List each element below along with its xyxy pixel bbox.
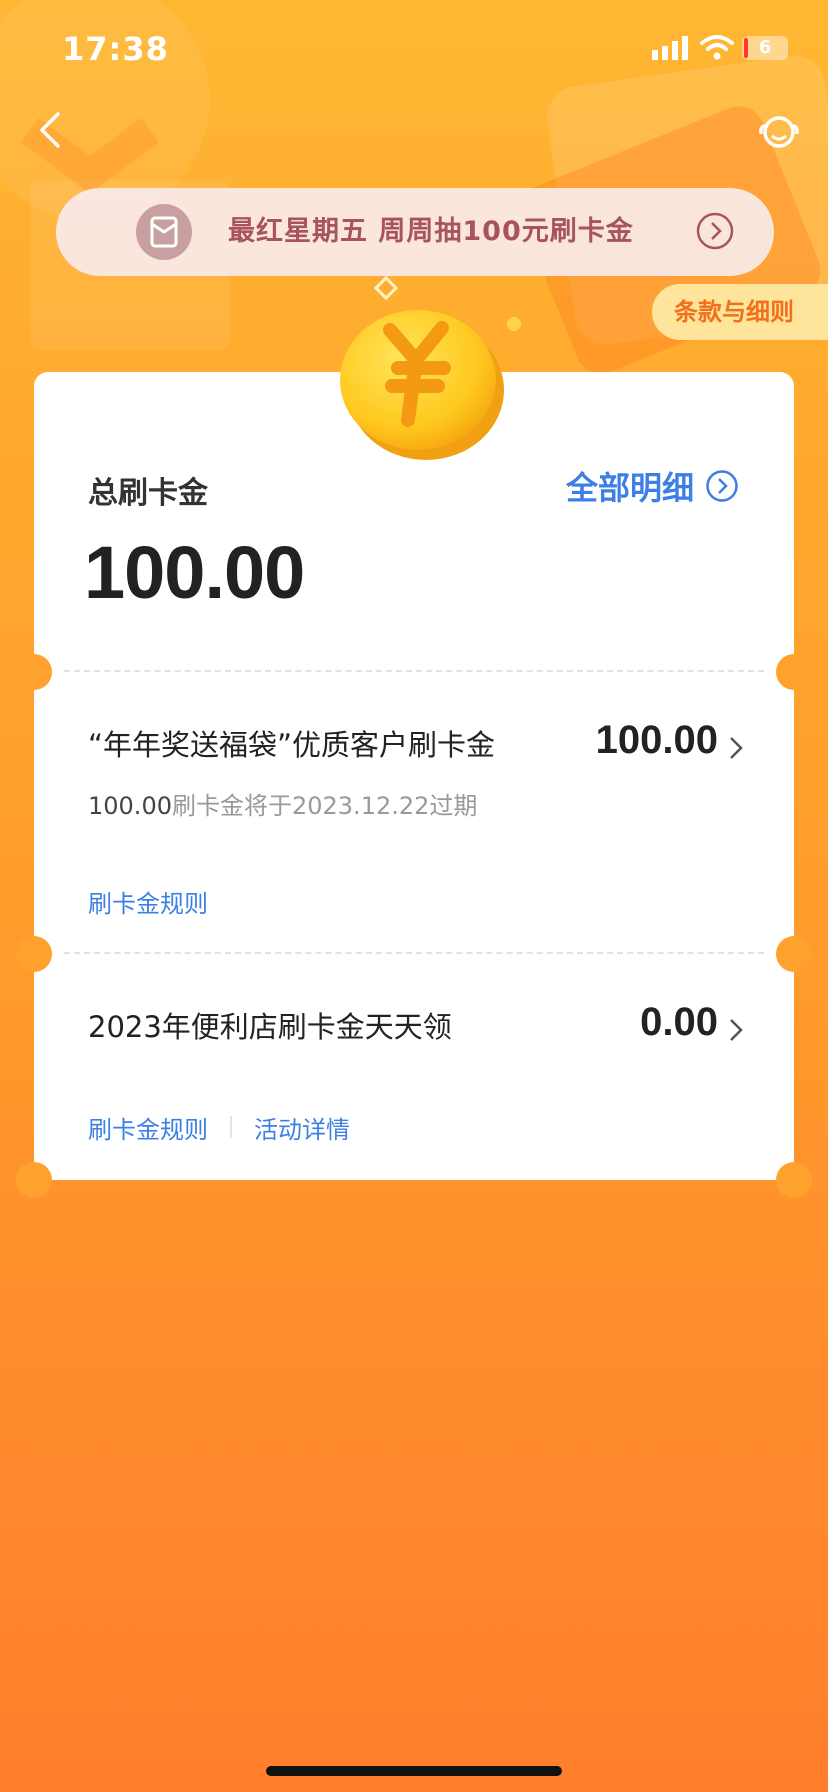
card-notch xyxy=(16,936,52,972)
item-amount: 100.00 xyxy=(595,718,718,762)
expire-text: 刷卡金将于2023.12.22过期 xyxy=(171,792,478,820)
card-notch xyxy=(16,654,52,690)
card-notch xyxy=(776,936,812,972)
expire-note: 100.00刷卡金将于2023.12.22过期 xyxy=(88,786,477,821)
expire-amount: 100.00 xyxy=(88,792,172,820)
promo-banner[interactable]: 最红星期五 周周抽100元刷卡金 xyxy=(56,188,774,276)
chevron-right-circle-icon xyxy=(696,212,734,250)
dashed-divider xyxy=(64,952,764,954)
wifi-icon xyxy=(700,34,734,64)
customer-service-icon[interactable] xyxy=(756,110,802,154)
signal-icon xyxy=(652,36,688,64)
total-label: 总刷卡金 xyxy=(88,476,208,511)
all-details-label: 全部明细 xyxy=(565,469,694,507)
item-amount-link[interactable]: 100.00 xyxy=(596,718,744,763)
item-title: 2023年便利店刷卡金天天领 xyxy=(88,1010,452,1044)
total-value: 100.00 xyxy=(84,531,305,614)
terms-button[interactable]: 条款与细则 xyxy=(652,284,828,340)
card-notch xyxy=(776,654,812,690)
status-bar: 17:38 6 xyxy=(0,0,828,100)
item-amount-link[interactable]: 0.00 xyxy=(640,1000,744,1045)
chevron-right-icon xyxy=(728,1009,744,1041)
item-title: “年年奖送福袋”优质客户刷卡金 xyxy=(88,728,496,762)
red-packet-icon xyxy=(136,204,192,260)
coin-icon xyxy=(318,282,518,482)
rules-link[interactable]: 刷卡金规则 xyxy=(88,884,208,919)
battery-icon: 6 xyxy=(742,36,788,60)
back-arrow-icon[interactable] xyxy=(30,108,74,152)
all-details-link[interactable]: 全部明细 xyxy=(566,464,738,508)
link-separator xyxy=(230,1116,232,1138)
activity-details-link[interactable]: 活动详情 xyxy=(254,1110,350,1145)
chevron-right-circle-icon xyxy=(706,470,738,502)
card-notch xyxy=(16,1162,52,1198)
card-notch xyxy=(776,1162,812,1198)
dashed-divider xyxy=(64,670,764,672)
battery-level: 6 xyxy=(758,37,772,58)
banner-text: 最红星期五 周周抽100元刷卡金 xyxy=(228,216,634,247)
home-indicator xyxy=(266,1766,562,1776)
balance-card: 总刷卡金 100.00 全部明细 “年年奖送福袋”优质客户刷卡金 100.00 … xyxy=(16,372,812,1198)
rules-link[interactable]: 刷卡金规则 xyxy=(88,1110,208,1145)
chevron-right-icon xyxy=(728,727,744,759)
item-amount: 0.00 xyxy=(640,1000,718,1044)
status-time: 17:38 xyxy=(62,30,169,68)
